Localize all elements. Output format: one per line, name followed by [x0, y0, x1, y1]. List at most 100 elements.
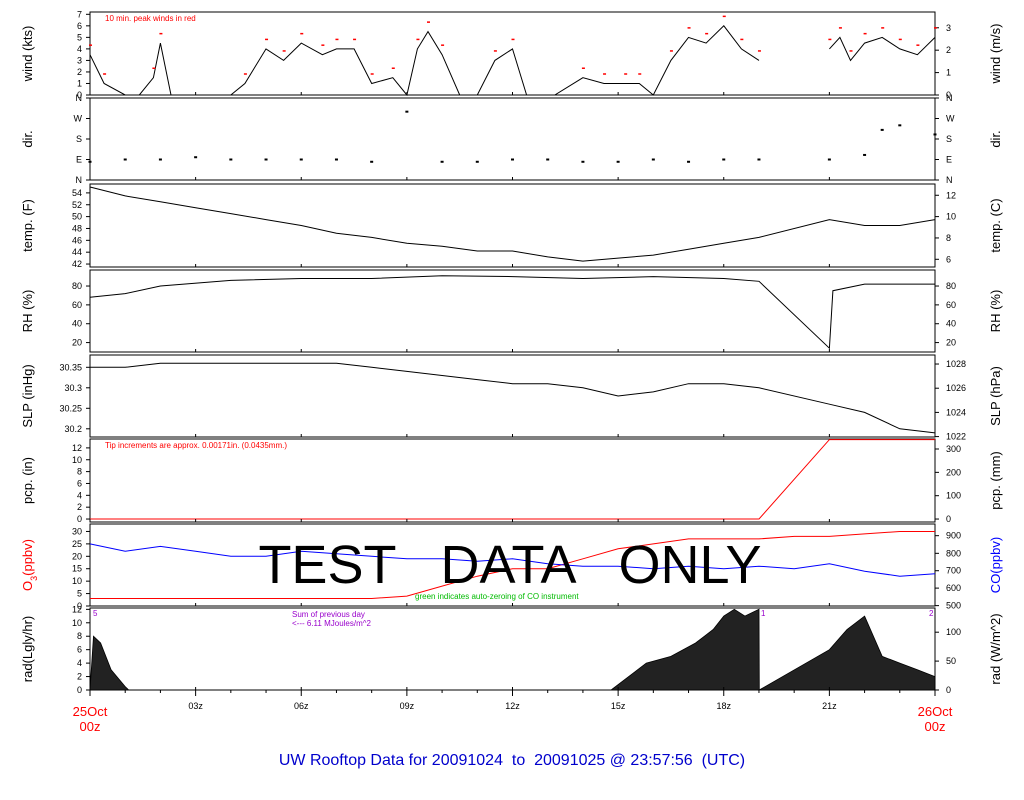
peak-wind-mark: [243, 73, 247, 75]
y-axis-label-right: RH (%): [988, 290, 1003, 333]
y-axis-label-right: pcp. (mm): [988, 451, 1003, 510]
data-point: [687, 160, 691, 163]
y-axis-label-left: temp. (F): [20, 199, 35, 252]
y-axis-label-left: RH (%): [20, 290, 35, 333]
peak-wind-mark: [881, 27, 885, 29]
y-tick-label-right: 800: [946, 548, 961, 558]
y-tick-label-right: 1024: [946, 407, 966, 417]
y-tick-label: 30.25: [59, 403, 82, 413]
peak-wind-mark: [757, 50, 761, 52]
series-line: [89, 25, 760, 97]
y-tick-label: 12: [72, 604, 82, 614]
y-tick-label: 0: [77, 514, 82, 524]
x-tick-label: 15z: [611, 701, 626, 711]
y-axis-label-right: rad (W/m^2): [988, 613, 1003, 684]
y-axis-label-left: dir.: [20, 130, 35, 147]
y-tick-label-right: 10: [946, 212, 956, 222]
x-start-date: 25Oct: [73, 704, 108, 719]
y-tick-label-right: N: [946, 175, 953, 185]
peak-wind-mark: [103, 73, 107, 75]
panel-dir: N NE ES SW WN Ndir. dir.: [20, 93, 1003, 185]
peak-wind-mark: [849, 50, 853, 52]
data-point: [880, 128, 884, 131]
y-tick-label: 0: [77, 685, 82, 695]
peak-wind-mark: [863, 32, 867, 35]
x-end-time: 00z: [925, 719, 946, 734]
annotation-line: <--- 6.11 MJoules/m^2: [292, 619, 372, 628]
y-tick-label: 6: [77, 478, 82, 488]
y-tick-label-right: 40: [946, 319, 956, 329]
y-tick-label: 42: [72, 259, 82, 269]
y-tick-label: 25: [72, 539, 82, 549]
data-point: [722, 158, 726, 161]
y-tick-label-right: 1026: [946, 383, 966, 393]
y-tick-label: 3: [77, 55, 82, 65]
data-point: [757, 158, 761, 161]
y-tick-label-right: 2: [946, 45, 951, 55]
day-marker: 1: [761, 609, 766, 618]
peak-wind-mark: [722, 15, 726, 18]
peak-wind-mark: [353, 38, 357, 41]
y-tick-label: 7: [77, 9, 82, 19]
y-tick-label-right: 0: [946, 514, 951, 524]
x-start-time: 00z: [80, 719, 101, 734]
peak-wind-mark: [370, 73, 374, 75]
peak-wind-mark: [581, 67, 585, 69]
y-tick-label-right: 300: [946, 444, 961, 454]
y-tick-label: N: [76, 175, 83, 185]
y-tick-label: 80: [72, 281, 82, 291]
y-tick-label: 2: [77, 67, 82, 77]
data-point: [511, 158, 514, 161]
peak-wind-mark: [265, 38, 269, 41]
data-point: [546, 158, 550, 161]
y-tick-label: 10: [72, 576, 82, 586]
y-axis-label-right: wind (m/s): [988, 24, 1003, 85]
peak-wind-mark: [934, 27, 937, 29]
x-tick-label: 09z: [400, 701, 415, 711]
y-tick-label-right: 3: [946, 23, 951, 33]
data-point: [158, 158, 162, 161]
y-tick-label: 5: [77, 589, 82, 599]
data-point: [264, 158, 268, 161]
peak-wind-mark: [427, 21, 430, 23]
y-tick-label: 6: [77, 21, 82, 31]
series-line: [829, 36, 936, 62]
peak-wind-mark: [687, 27, 691, 29]
peak-wind-mark: [603, 73, 607, 75]
y-tick-label: 48: [72, 223, 82, 233]
data-point: [194, 156, 198, 159]
data-point: [651, 158, 655, 161]
y-tick-label-right: 80: [946, 281, 956, 291]
peak-wind-mark: [916, 44, 920, 46]
peak-wind-mark: [838, 27, 842, 29]
peak-wind-mark: [300, 32, 304, 35]
data-point: [405, 110, 409, 113]
y-tick-label: 52: [72, 200, 82, 210]
peak-wind-mark: [638, 73, 642, 75]
series-line: [89, 275, 935, 350]
y-axis-label-right: SLP (hPa): [988, 366, 1003, 426]
panel-frame: [89, 438, 936, 523]
x-tick-label: 21z: [822, 701, 837, 711]
y-tick-label: 54: [72, 188, 82, 198]
annotation-line: Sum of previous day: [292, 610, 365, 619]
data-point: [581, 160, 585, 163]
peak-wind-mark: [391, 67, 395, 69]
panel-frame: [89, 11, 936, 96]
y-tick-label-right: 1028: [946, 359, 966, 369]
series-line: [89, 186, 936, 262]
y-tick-label: 40: [72, 319, 82, 329]
y-tick-label: 2: [77, 502, 82, 512]
y-tick-label-right: N: [946, 93, 953, 103]
y-tick-label: 1: [77, 78, 82, 88]
y-tick-label-right: S: [946, 134, 952, 144]
y-tick-label: E: [76, 155, 82, 165]
panel-frame: [89, 269, 936, 353]
y-tick-label-right: 8: [946, 233, 951, 243]
peak-wind-mark: [898, 38, 902, 41]
y-tick-label: 30.3: [64, 383, 82, 393]
y-tick-label: 4: [77, 658, 82, 668]
peak-wind-mark: [321, 44, 325, 46]
peak-wind-mark: [416, 38, 420, 41]
y-axis-label-right: CO(ppbv): [988, 537, 1003, 593]
